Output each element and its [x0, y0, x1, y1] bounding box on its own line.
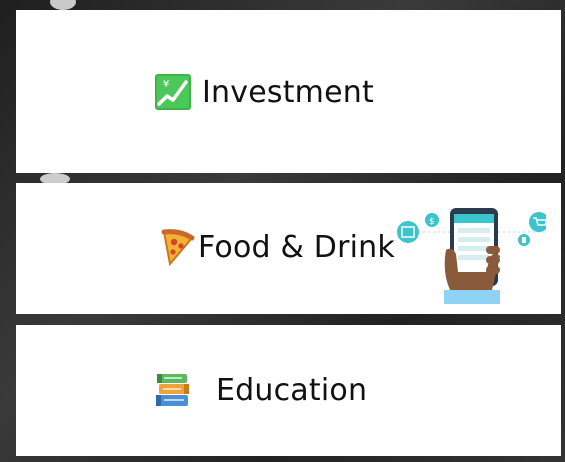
- books-icon: [156, 374, 189, 406]
- category-label: Education: [216, 372, 368, 408]
- chart-increasing-yen-icon: ¥: [155, 74, 191, 110]
- svg-text:¥: ¥: [163, 79, 170, 90]
- category-card-education[interactable]: Education: [16, 325, 561, 456]
- category-label: Investment: [202, 74, 374, 110]
- category-row-education: Education: [154, 371, 367, 409]
- category-card-food-drink[interactable]: Food & Drink $: [16, 183, 561, 314]
- background-blob: [50, 0, 76, 10]
- svg-text:$: $: [429, 217, 435, 227]
- phone-payment-illustration: $: [397, 208, 546, 304]
- category-row-food-drink: Food & Drink: [158, 228, 395, 266]
- category-label: Food & Drink: [198, 229, 395, 265]
- category-card-investment[interactable]: ¥ Investment: [16, 10, 561, 173]
- pizza-icon: [161, 229, 195, 266]
- category-row-investment: ¥ Investment: [154, 73, 374, 111]
